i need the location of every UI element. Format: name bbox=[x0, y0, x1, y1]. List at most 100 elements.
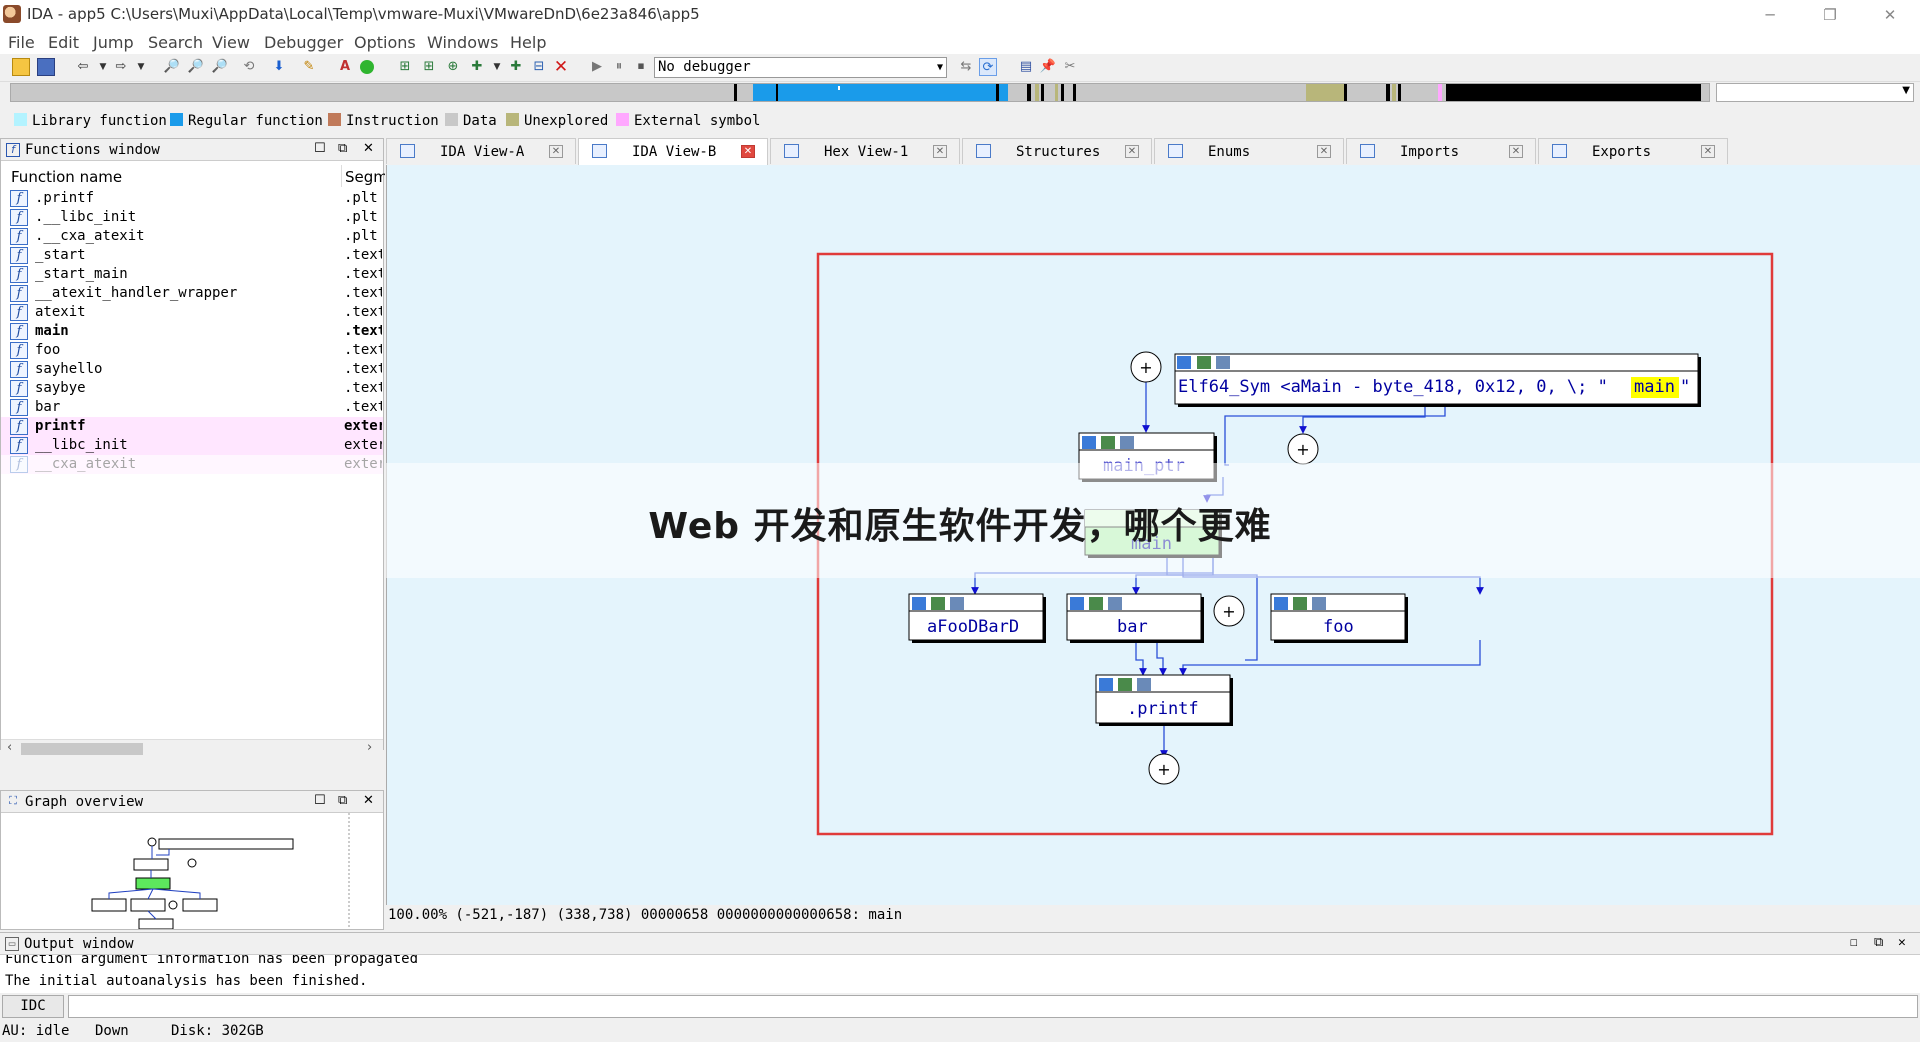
save-icon[interactable] bbox=[37, 58, 55, 76]
tab-ida-view-b[interactable]: IDA View-B ✕ bbox=[578, 138, 768, 165]
hide-icon[interactable]: ⊟ bbox=[530, 58, 548, 76]
function-row[interactable]: f .__cxa_atexit .plt bbox=[1, 227, 383, 246]
pane-close-icon[interactable]: ✕ bbox=[1898, 935, 1906, 950]
forward-dropdown-icon[interactable]: ▼ bbox=[132, 58, 150, 76]
function-row[interactable]: f _start .text bbox=[1, 246, 383, 265]
pane-maximize-icon[interactable]: ☐ bbox=[314, 793, 326, 808]
functions-hscrollbar[interactable]: ‹ › bbox=[1, 739, 383, 757]
search-text-icon[interactable]: 🔎 bbox=[163, 58, 181, 76]
function-row[interactable]: f _start_main .text bbox=[1, 265, 383, 284]
pane-maximize-icon[interactable]: ☐ bbox=[1850, 935, 1858, 950]
scroll-left-icon[interactable]: ‹ bbox=[7, 740, 12, 755]
pane-close-icon[interactable]: ✕ bbox=[363, 141, 374, 156]
back-icon[interactable]: ⇦ bbox=[74, 58, 92, 76]
menu-options[interactable]: Options bbox=[354, 33, 416, 52]
tab-structures[interactable]: Structures ✕ bbox=[962, 138, 1152, 164]
pane-maximize-icon[interactable]: ☐ bbox=[314, 141, 326, 156]
trace-clear-icon[interactable]: ✂ bbox=[1061, 58, 1079, 76]
sync-icon[interactable]: ⟳ bbox=[979, 58, 997, 76]
tab-close-icon[interactable]: ✕ bbox=[1509, 145, 1523, 158]
function-row[interactable]: f __atexit_handler_wrapper .text bbox=[1, 284, 383, 303]
tab-hex-view-1[interactable]: Hex View-1 ✕ bbox=[770, 138, 960, 164]
menu-edit[interactable]: Edit bbox=[48, 33, 79, 52]
navigation-band[interactable] bbox=[10, 83, 1710, 102]
scroll-thumb[interactable] bbox=[21, 743, 143, 755]
menu-jump[interactable]: Jump bbox=[93, 33, 134, 52]
function-row[interactable]: f main .text bbox=[1, 322, 383, 341]
tab-close-icon[interactable]: ✕ bbox=[549, 145, 563, 158]
run-icon[interactable] bbox=[360, 60, 374, 74]
function-row[interactable]: f __libc_init extern bbox=[1, 436, 383, 455]
debugger-select-value: No debugger bbox=[658, 59, 751, 75]
function-row[interactable]: fprintf extern bbox=[1, 417, 383, 436]
function-icon: f bbox=[10, 437, 28, 454]
tab-close-icon[interactable]: ✕ bbox=[741, 145, 755, 158]
start-debug-icon[interactable]: ▶ bbox=[588, 58, 606, 76]
edit-function-icon[interactable]: ⊞ bbox=[420, 58, 438, 76]
menu-help[interactable]: Help bbox=[510, 33, 546, 52]
scroll-right-icon[interactable]: › bbox=[367, 740, 372, 755]
function-name: _start bbox=[35, 247, 86, 263]
search-next-icon[interactable]: ⟲ bbox=[240, 58, 258, 76]
minimize-button[interactable]: ─ bbox=[1740, 0, 1800, 30]
ungroup-icon[interactable]: ✚ bbox=[507, 58, 525, 76]
function-row[interactable]: f foo .text bbox=[1, 341, 383, 360]
function-row[interactable]: f sayhello .text bbox=[1, 360, 383, 379]
tab-close-icon[interactable]: ✕ bbox=[1317, 145, 1331, 158]
function-segment: .plt bbox=[344, 190, 378, 206]
back-dropdown-icon[interactable]: ▼ bbox=[94, 58, 112, 76]
legend-regular-function: Regular function bbox=[170, 113, 323, 129]
tracing-icon[interactable]: 📌 bbox=[1039, 58, 1057, 76]
function-row[interactable]: f atexit .text bbox=[1, 303, 383, 322]
function-row[interactable]: f __cxa_atexit extern bbox=[1, 455, 383, 474]
mark-icon[interactable]: ✎ bbox=[300, 58, 318, 76]
column-segment[interactable]: Segment bbox=[345, 168, 385, 186]
pane-float-icon[interactable]: ⧉ bbox=[1874, 935, 1883, 950]
delete-icon[interactable]: ✕ bbox=[552, 58, 570, 76]
pane-float-icon[interactable]: ⧉ bbox=[338, 141, 347, 156]
menu-debugger[interactable]: Debugger bbox=[264, 33, 343, 52]
breakpoints-icon[interactable]: ▤ bbox=[1017, 58, 1035, 76]
tab-enums[interactable]: Enums ✕ bbox=[1154, 138, 1344, 164]
restore-button[interactable]: ❐ bbox=[1800, 0, 1860, 30]
menu-search[interactable]: Search bbox=[148, 33, 203, 52]
search-binary-icon[interactable]: 🔎 bbox=[187, 58, 205, 76]
group-dropdown-icon[interactable]: ▼ bbox=[488, 58, 506, 76]
menu-view[interactable]: View bbox=[212, 33, 250, 52]
jump-down-icon[interactable]: ⬇ bbox=[270, 58, 288, 76]
tab-close-icon[interactable]: ✕ bbox=[933, 145, 947, 158]
add-node-icon[interactable]: ⊕ bbox=[444, 58, 462, 76]
tab-exports[interactable]: Exports ✕ bbox=[1538, 138, 1728, 164]
navigation-combo[interactable]: ▼ bbox=[1716, 83, 1914, 102]
menu-file[interactable]: File bbox=[8, 33, 35, 52]
function-row[interactable]: f .printf .plt bbox=[1, 189, 383, 208]
function-row[interactable]: f bar .text bbox=[1, 398, 383, 417]
pause-icon[interactable]: ⏸ bbox=[610, 58, 628, 76]
tab-close-icon[interactable]: ✕ bbox=[1701, 145, 1715, 158]
debugger-select[interactable]: No debugger ▼ bbox=[654, 57, 947, 78]
idc-button[interactable]: IDC bbox=[2, 995, 64, 1018]
pane-float-icon[interactable]: ⧉ bbox=[338, 793, 347, 808]
function-row[interactable]: f saybye .text bbox=[1, 379, 383, 398]
idc-command-input[interactable] bbox=[68, 995, 1918, 1018]
column-function-name[interactable]: Function name bbox=[11, 168, 122, 186]
create-function-icon[interactable]: ⊞ bbox=[396, 58, 414, 76]
attach-icon[interactable]: ⇆ bbox=[957, 58, 975, 76]
function-name: atexit bbox=[35, 304, 86, 320]
forward-icon[interactable]: ⇨ bbox=[112, 58, 130, 76]
search-imm-icon[interactable]: 🔎 bbox=[211, 58, 229, 76]
pane-close-icon[interactable]: ✕ bbox=[363, 793, 374, 808]
graph-layout-icon[interactable]: A bbox=[336, 58, 354, 76]
close-button[interactable]: ✕ bbox=[1860, 0, 1920, 30]
graph-overview-minimap[interactable] bbox=[1, 813, 383, 929]
legend-unexplored: Unexplored bbox=[506, 113, 608, 129]
group-icon[interactable]: ✚ bbox=[468, 58, 486, 76]
tab-imports[interactable]: Imports ✕ bbox=[1346, 138, 1536, 164]
tab-close-icon[interactable]: ✕ bbox=[1125, 145, 1139, 158]
function-row[interactable]: f .__libc_init .plt bbox=[1, 208, 383, 227]
menu-windows[interactable]: Windows bbox=[427, 33, 498, 52]
open-icon[interactable] bbox=[12, 58, 30, 76]
tab-ida-view-a[interactable]: IDA View-A ✕ bbox=[386, 138, 576, 164]
chevron-down-icon: ▼ bbox=[1902, 85, 1910, 96]
stop-icon[interactable]: ⏹ bbox=[632, 58, 650, 76]
